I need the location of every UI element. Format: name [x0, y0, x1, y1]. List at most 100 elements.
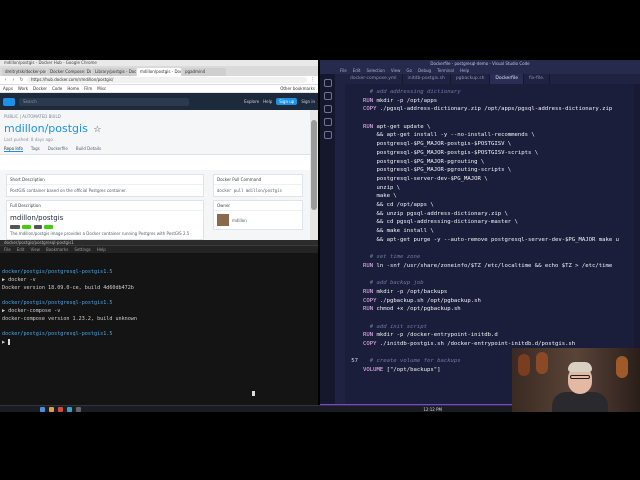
- scrollbar-thumb[interactable]: [311, 120, 317, 210]
- terminal-icon[interactable]: [76, 406, 81, 412]
- search-icon[interactable]: [323, 92, 332, 100]
- code-line[interactable]: postgresql-server-dev-$PG_MAJOR \: [345, 175, 640, 184]
- code-line[interactable]: # add addressing dictionary: [345, 88, 640, 97]
- owner-name[interactable]: mdillon: [232, 218, 247, 223]
- short-description-card: Short Description PostGIS container base…: [6, 174, 204, 197]
- tab-build-details[interactable]: Build Details: [76, 146, 101, 152]
- code-line[interactable]: RUN chmod +x /opt/pgbackup.sh: [345, 305, 640, 314]
- code-line[interactable]: RUN mkdir -p /opt/apps: [345, 97, 640, 106]
- menu-item[interactable]: File: [340, 67, 347, 74]
- browser-icon[interactable]: [58, 406, 63, 412]
- code-line[interactable]: && unzip pgsql-address-dictionary.zip \: [345, 210, 640, 219]
- menu-item[interactable]: Bookmarks: [46, 246, 68, 253]
- files-icon[interactable]: [49, 406, 54, 412]
- bookmark-item-other[interactable]: Other bookmarks: [280, 86, 315, 91]
- code-line[interactable]: RUN mkdir -p /docker-entrypoint-initdb.d: [345, 331, 640, 340]
- browser-tab[interactable]: pgadmin4: [182, 68, 226, 76]
- code-line[interactable]: [345, 114, 640, 123]
- code-line[interactable]: postgresql-$PG_MAJOR-postgis-$POSTGISV \: [345, 140, 640, 149]
- browser-tab[interactable]: Docker Compose: Docker: [47, 68, 91, 76]
- menu-item[interactable]: Help: [97, 246, 106, 253]
- editor-tab[interactable]: pgbackup.sh: [451, 74, 491, 84]
- repo-owner-link[interactable]: mdillon: [4, 122, 45, 135]
- menu-item[interactable]: File: [4, 246, 11, 253]
- tab-dockerfile[interactable]: Dockerfile: [48, 146, 68, 152]
- badge[interactable]: [10, 225, 20, 229]
- nav-explore[interactable]: Explore: [244, 99, 259, 104]
- code-line[interactable]: && cd pgsql-addressing-dictionary-master…: [345, 218, 640, 227]
- bookmark-item[interactable]: Code: [52, 86, 62, 91]
- address-input[interactable]: https://hub.docker.com/r/mdillon/postgis…: [27, 77, 307, 83]
- debug-icon[interactable]: [323, 118, 332, 126]
- code-line[interactable]: && make install \: [345, 227, 640, 236]
- code-line[interactable]: [345, 314, 640, 323]
- browser-tab[interactable]: dmitrytsk/docker-postgis: [2, 68, 46, 76]
- signin-link[interactable]: Sign in: [301, 99, 315, 104]
- code-line[interactable]: [345, 244, 640, 253]
- code-line[interactable]: RUN ln -snf /usr/share/zoneinfo/$TZ /etc…: [345, 262, 640, 271]
- terminal-line: Docker version 18.09.0-ce, build 4d60db4…: [2, 284, 134, 291]
- code-line[interactable]: COPY ./pgsql-address-dictionary.zip /opt…: [345, 105, 640, 114]
- code-line[interactable]: && apt-get purge -y --auto-remove postgr…: [345, 236, 640, 245]
- menu-item[interactable]: Settings: [74, 246, 90, 253]
- app-launcher-icon[interactable]: [40, 406, 45, 412]
- bookmark-item[interactable]: Misc: [97, 86, 106, 91]
- vscode-icon[interactable]: [67, 406, 72, 412]
- browser-tab-active[interactable]: mdillon/postgis - Docke: [137, 68, 181, 76]
- code-line[interactable]: postgresql-$PG_MAJOR-pgrouting \: [345, 158, 640, 167]
- code-line[interactable]: COPY ./pgbackup.sh /opt/pgbackup.sh: [345, 297, 640, 306]
- code-line[interactable]: # add backup job: [345, 279, 640, 288]
- nav-help[interactable]: Help: [263, 99, 272, 104]
- code-line[interactable]: unzip \: [345, 184, 640, 193]
- explorer-icon[interactable]: [323, 79, 332, 87]
- menu-item[interactable]: Edit: [353, 67, 361, 74]
- code-line[interactable]: # add init script: [345, 323, 640, 332]
- bookmark-item[interactable]: Film: [84, 86, 92, 91]
- code-line[interactable]: postgresql-$PG_MAJOR-pgrouting-scripts \: [345, 166, 640, 175]
- back-icon[interactable]: ‹: [3, 77, 8, 83]
- menu-item[interactable]: Selection: [366, 67, 384, 74]
- code-line[interactable]: RUN apt-get update \: [345, 123, 640, 132]
- source-control-icon[interactable]: [323, 105, 332, 113]
- clock[interactable]: 12:12 PM: [423, 407, 442, 412]
- star-icon[interactable]: ☆: [93, 125, 101, 135]
- menu-item[interactable]: Edit: [17, 246, 25, 253]
- docker-logo-icon[interactable]: [3, 97, 15, 106]
- menu-item[interactable]: Terminal: [437, 67, 454, 74]
- hub-search-input[interactable]: Search: [19, 97, 189, 106]
- menu-item[interactable]: View: [391, 67, 401, 74]
- code-line[interactable]: RUN mkdir -p /opt/backups: [345, 288, 640, 297]
- badge[interactable]: [33, 225, 43, 229]
- tab-repo-info[interactable]: Repo Info: [4, 146, 23, 152]
- code-line[interactable]: make \: [345, 192, 640, 201]
- code-line[interactable]: # set time zone: [345, 253, 640, 262]
- menu-item[interactable]: Help: [460, 67, 469, 74]
- editor-tab[interactable]: docker-compose.yml: [345, 74, 403, 84]
- editor-tab-active[interactable]: Dockerfile: [490, 74, 525, 84]
- menu-item[interactable]: View: [30, 246, 40, 253]
- extensions-icon[interactable]: [323, 131, 332, 139]
- forward-icon[interactable]: ›: [11, 77, 16, 83]
- bookmark-item[interactable]: Docker: [33, 86, 47, 91]
- editor-tab[interactable]: fix-file.: [524, 74, 551, 84]
- code-line[interactable]: && apt-get install -y --no-install-recom…: [345, 131, 640, 140]
- code-line[interactable]: && cd /opt/apps \: [345, 201, 640, 210]
- code-line[interactable]: postgresql-$PG_MAJOR-postgis-$POSTGISV-s…: [345, 149, 640, 158]
- code-line[interactable]: [345, 270, 640, 279]
- editor-tab[interactable]: initdb-postgis.sh: [403, 74, 451, 84]
- menu-item[interactable]: Go: [406, 67, 412, 74]
- signup-button[interactable]: Sign up: [276, 98, 298, 105]
- browser-tab[interactable]: Library/postgis - Docke: [92, 68, 136, 76]
- menu-icon[interactable]: ⋮: [310, 77, 315, 83]
- reload-icon[interactable]: ↻: [19, 77, 24, 83]
- tab-tags[interactable]: Tags: [31, 146, 40, 152]
- avatar[interactable]: [217, 214, 229, 226]
- bookmark-item[interactable]: Home: [67, 86, 79, 91]
- bookmark-item[interactable]: Apps: [3, 86, 13, 91]
- menu-item[interactable]: Debug: [418, 67, 431, 74]
- badge[interactable]: [44, 225, 53, 229]
- terminal-output[interactable]: docker/postgis/postgresql-postgis1.5 ▶ do…: [0, 253, 318, 347]
- bookmark-item[interactable]: Work: [18, 86, 28, 91]
- pull-command-text[interactable]: docker pull mdillon/postgis: [214, 185, 302, 196]
- badge[interactable]: [21, 225, 32, 229]
